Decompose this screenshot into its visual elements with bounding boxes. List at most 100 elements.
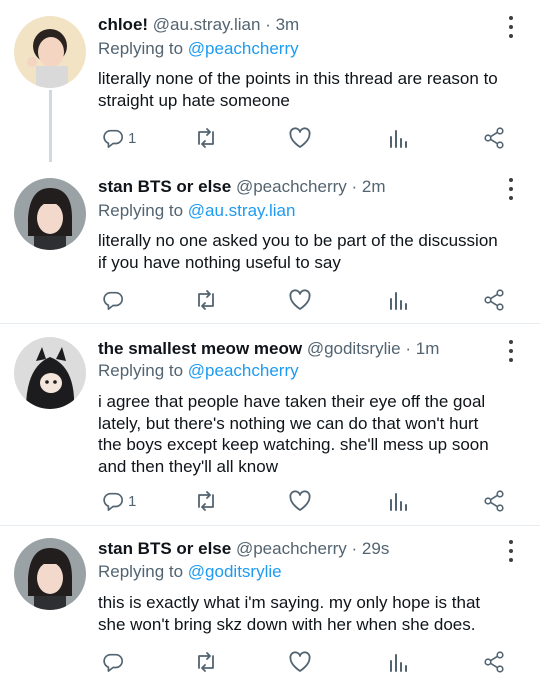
tweet-actions: 1	[98, 125, 518, 151]
replying-to-mention[interactable]: @goditsrylie	[188, 562, 282, 581]
reply-button[interactable]: 1	[102, 488, 136, 514]
tweet-text-line: literally none of the points in this thr…	[98, 69, 498, 88]
display-name[interactable]: stan BTS or else	[98, 539, 231, 558]
reply-button[interactable]	[102, 287, 128, 313]
retweet-button[interactable]	[194, 125, 218, 151]
retweet-button[interactable]	[194, 488, 218, 514]
avatar-image	[14, 16, 86, 88]
replying-to-label: Replying to	[98, 39, 184, 58]
share-icon	[484, 127, 504, 149]
tweet-text: i agree that people have taken their eye…	[98, 391, 523, 477]
analytics-button[interactable]	[387, 488, 409, 514]
reply-button[interactable]	[102, 649, 128, 675]
share-button[interactable]	[482, 488, 506, 514]
tweet-text-line: and then they'll all know	[98, 456, 278, 476]
tweet[interactable]: the smallest meow meow @goditsrylie · 1m…	[0, 324, 540, 525]
separator-dot: ·	[265, 15, 271, 34]
retweet-button[interactable]	[194, 287, 218, 313]
tweet[interactable]: stan BTS or else @peachcherry · 29s Repl…	[0, 526, 540, 686]
more-icon[interactable]	[508, 540, 514, 562]
avatar[interactable]	[14, 16, 86, 88]
avatar-image	[14, 178, 86, 250]
username[interactable]: @peachcherry	[236, 539, 347, 558]
display-name[interactable]: stan BTS or else	[98, 177, 231, 196]
like-icon	[289, 490, 311, 511]
analytics-button[interactable]	[387, 649, 409, 675]
like-button[interactable]	[288, 125, 312, 151]
more-icon[interactable]	[508, 340, 514, 362]
tweet-header: chloe! @au.stray.lian · 3m	[98, 14, 299, 36]
replying-to: Replying to @goditsrylie	[98, 561, 282, 583]
avatar-image	[14, 337, 86, 409]
avatar[interactable]	[14, 178, 86, 250]
username[interactable]: @goditsrylie	[307, 339, 401, 358]
separator-dot: ·	[351, 539, 358, 558]
reply-button[interactable]: 1	[102, 125, 136, 151]
replying-to-label: Replying to	[98, 201, 184, 220]
analytics-icon	[390, 493, 407, 511]
reply-icon	[103, 653, 123, 672]
like-icon	[289, 289, 311, 310]
avatar[interactable]	[14, 337, 86, 409]
retweet-icon	[198, 491, 214, 511]
display-name[interactable]: the smallest meow meow	[98, 339, 302, 358]
more-icon[interactable]	[508, 178, 514, 200]
timestamp[interactable]: 1m	[416, 339, 440, 358]
timestamp[interactable]: 2m	[362, 177, 386, 196]
tweet-text: this is exactly what i'm saying. my only…	[98, 592, 523, 635]
share-button[interactable]	[482, 649, 506, 675]
analytics-icon	[390, 130, 407, 148]
tweet-text-line: this is exactly what i'm saying. my only…	[98, 593, 481, 612]
tweet-text-line: the boys except keep watching. she'll me…	[98, 435, 489, 454]
share-button[interactable]	[482, 287, 506, 313]
analytics-button[interactable]	[387, 287, 409, 313]
tweet-actions	[98, 287, 518, 313]
replying-to: Replying to @au.stray.lian	[98, 200, 295, 222]
replying-to: Replying to @peachcherry	[98, 360, 299, 382]
tweet-header: the smallest meow meow @goditsrylie · 1m	[98, 338, 439, 360]
replying-to-mention[interactable]: @peachcherry	[188, 361, 299, 380]
timestamp[interactable]: 3m	[276, 15, 300, 34]
more-icon[interactable]	[508, 16, 514, 38]
like-icon	[289, 127, 311, 148]
analytics-icon	[390, 292, 407, 310]
retweet-icon	[198, 290, 214, 310]
like-button[interactable]	[288, 649, 312, 675]
reply-thread: chloe! @au.stray.lian · 3m Replying to @…	[0, 0, 540, 686]
share-icon	[484, 651, 504, 673]
like-icon	[289, 651, 311, 672]
retweet-button[interactable]	[194, 649, 218, 675]
like-button[interactable]	[288, 287, 312, 313]
timestamp[interactable]: 29s	[362, 539, 389, 558]
display-name[interactable]: chloe!	[98, 15, 148, 34]
tweet-text-line: she won't bring skz down with her when s…	[98, 614, 476, 634]
tweet[interactable]: stan BTS or else @peachcherry · 2m Reply…	[0, 162, 540, 322]
share-button[interactable]	[482, 125, 506, 151]
tweet-actions	[98, 649, 518, 675]
avatar[interactable]	[14, 538, 86, 610]
username[interactable]: @peachcherry	[236, 177, 347, 196]
analytics-button[interactable]	[387, 125, 409, 151]
analytics-icon	[390, 654, 407, 672]
avatar-image	[14, 538, 86, 610]
tweet-text-line: straight up hate someone	[98, 90, 290, 110]
reply-count: 1	[128, 492, 137, 510]
retweet-icon	[198, 652, 214, 672]
tweet-header: stan BTS or else @peachcherry · 29s	[98, 538, 389, 560]
replying-to-label: Replying to	[98, 562, 184, 581]
replying-to: Replying to @peachcherry	[98, 38, 299, 60]
reply-icon	[103, 129, 123, 148]
tweet[interactable]: chloe! @au.stray.lian · 3m Replying to @…	[0, 0, 540, 162]
reply-count: 1	[128, 129, 137, 147]
username[interactable]: @au.stray.lian	[153, 15, 261, 34]
tweet-text: literally no one asked you to be part of…	[98, 230, 523, 273]
tweet-text-line: lately, but there's nothing we can do th…	[98, 413, 479, 433]
replying-to-label: Replying to	[98, 361, 184, 380]
tweet-text-line: if you have nothing useful to say	[98, 252, 341, 272]
like-button[interactable]	[288, 488, 312, 514]
tweet-text: literally none of the points in this thr…	[98, 68, 523, 111]
replying-to-mention[interactable]: @peachcherry	[188, 39, 299, 58]
reply-icon	[103, 291, 123, 310]
replying-to-mention[interactable]: @au.stray.lian	[188, 201, 296, 220]
share-icon	[484, 490, 504, 512]
